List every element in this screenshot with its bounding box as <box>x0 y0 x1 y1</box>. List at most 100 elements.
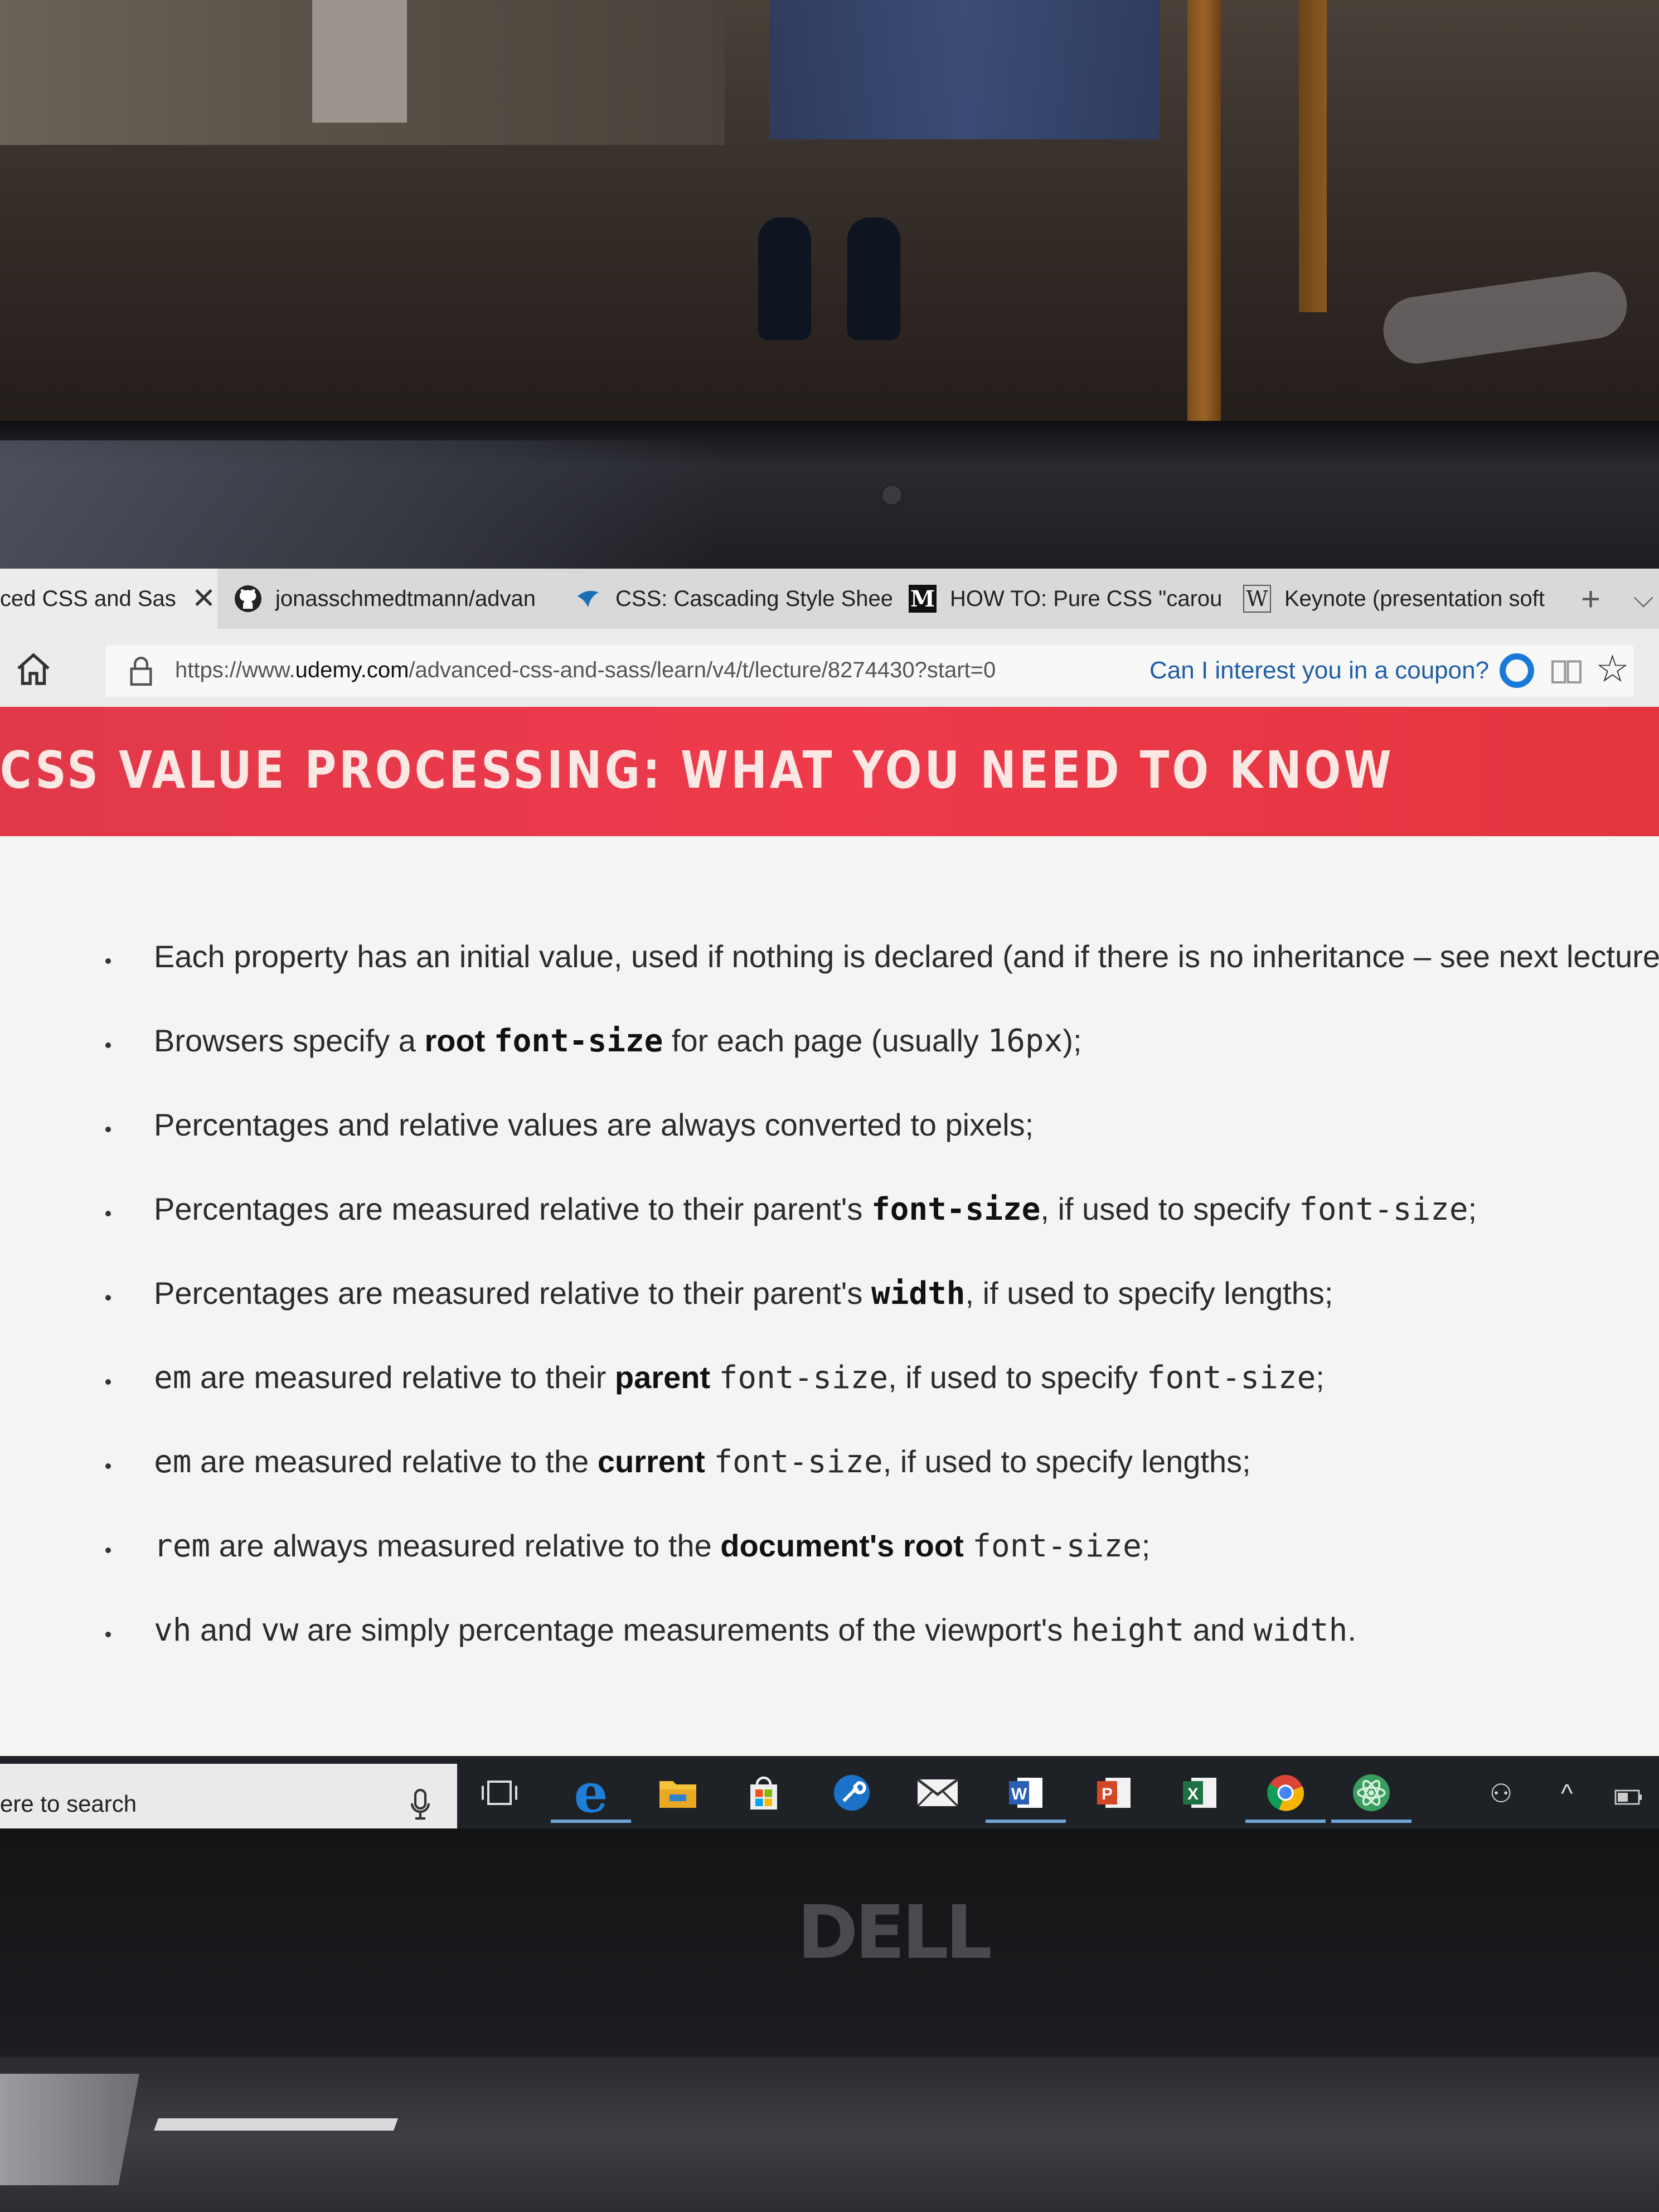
chrome-icon[interactable] <box>1245 1766 1326 1823</box>
bullet-text-run: are measured relative to the <box>191 1444 598 1479</box>
bullet-text-run <box>710 1360 719 1395</box>
room-door <box>312 0 407 123</box>
close-tab-icon[interactable]: ✕ <box>192 582 216 615</box>
favorite-star-icon[interactable]: ☆ <box>1595 650 1629 688</box>
svg-text:W: W <box>1011 1785 1027 1803</box>
bullet-dot <box>105 1211 111 1216</box>
laptop-corner <box>0 2074 139 2185</box>
bullet-text-run: Percentages are measured relative to the… <box>154 1191 871 1226</box>
tab-wikipedia[interactable]: W Keynote (presentation soft <box>1243 569 1555 629</box>
taskbar-search-box[interactable]: ere to search <box>0 1764 457 1828</box>
tab-overflow-chevron-icon[interactable]: ⌵ <box>1633 569 1653 629</box>
tab-github[interactable]: jonasschmedtmann/advan <box>234 569 557 629</box>
slide-title-banner: CSS VALUE PROCESSING: WHAT YOU NEED TO K… <box>0 707 1659 836</box>
bullet-text-run: font-size <box>493 1023 663 1059</box>
bullet-text-run: are measured relative to their <box>191 1360 615 1395</box>
settings-wrench-icon[interactable] <box>825 1766 879 1820</box>
home-icon[interactable] <box>13 650 54 690</box>
bullet-item: em are measured relative to their parent… <box>0 1359 1659 1420</box>
url-prefix: https://www. <box>175 658 295 682</box>
svg-text:P: P <box>1102 1785 1113 1803</box>
search-placeholder: ere to search <box>0 1791 137 1817</box>
bullet-text-run: vw <box>261 1612 299 1648</box>
url-text[interactable]: https://www.udemy.com/advanced-css-and-s… <box>175 658 996 683</box>
bullet-text-run: vh <box>154 1612 192 1648</box>
shoe <box>847 217 900 340</box>
chair-leg <box>1299 0 1327 312</box>
bullet-text-run: width <box>1253 1612 1348 1648</box>
chair-leg <box>1187 0 1221 421</box>
task-view-icon[interactable] <box>473 1766 526 1820</box>
wikipedia-icon: W <box>1243 585 1271 613</box>
laptop-screen: ced CSS and Sas ✕ jonasschmedtmann/advan… <box>0 569 1659 1828</box>
excel-icon[interactable]: X <box>1173 1766 1226 1820</box>
bullet-text-run: font-size <box>714 1444 883 1480</box>
bullet-text: Percentages are measured relative to the… <box>154 1275 1333 1312</box>
bullet-text-run: font-size <box>972 1528 1142 1564</box>
bullet-dot <box>105 1463 111 1469</box>
tab-title: ced CSS and Sas <box>0 586 176 611</box>
hinge-reflection <box>153 2118 399 2131</box>
shoe <box>758 217 811 340</box>
bullet-text-run: rem <box>154 1528 211 1564</box>
bullet-text: em are measured relative to their parent… <box>154 1359 1325 1396</box>
bullet-text-run: ; <box>1468 1191 1477 1226</box>
bullet-item: Percentages and relative values are alwa… <box>0 1107 1659 1168</box>
bullet-dot <box>105 1632 111 1637</box>
bezel-glare <box>0 440 725 569</box>
slide-body: Each property has an initial value, used… <box>0 836 1659 1773</box>
bullet-dot <box>105 1548 111 1553</box>
new-tab-button[interactable]: + <box>1581 569 1600 629</box>
powerpoint-icon[interactable]: P <box>1087 1766 1141 1820</box>
people-icon[interactable]: ⚇ <box>1490 1778 1512 1808</box>
bottle <box>1379 267 1632 368</box>
bullet-text-run: font-size <box>719 1360 889 1396</box>
windows-taskbar: ere to search e W P X ⚇ ^ <box>0 1756 1659 1828</box>
bullet-text-run: , if used to specify lengths; <box>965 1275 1333 1311</box>
dell-logo: DELL <box>797 1890 992 1976</box>
microphone-icon[interactable] <box>410 1788 430 1822</box>
cortana-icon[interactable] <box>1500 653 1534 688</box>
tab-medium[interactable]: M HOW TO: Pure CSS "carou <box>909 569 1226 629</box>
bullet-item: rem are always measured relative to the … <box>0 1527 1659 1589</box>
address-bar[interactable]: https://www.udemy.com/advanced-css-and-s… <box>106 646 1633 697</box>
edge-icon[interactable]: e <box>551 1762 631 1825</box>
bullet-text: Percentages are measured relative to the… <box>154 1191 1477 1228</box>
show-hidden-icons-chevron-icon[interactable]: ^ <box>1561 1778 1573 1808</box>
tab-mdn[interactable]: CSS: Cascading Style Shee <box>574 569 892 629</box>
laptop-hinge <box>0 2057 1659 2212</box>
url-path: /advanced-css-and-sass/learn/v4/t/lectur… <box>409 658 996 682</box>
bullet-text-run: are simply percentage measurements of th… <box>298 1612 1071 1647</box>
bullet-dot <box>105 958 111 964</box>
coupon-prompt-link[interactable]: Can I interest you in a coupon? <box>1149 657 1489 685</box>
reading-view-icon[interactable] <box>1550 654 1583 688</box>
tab-udemy[interactable]: ced CSS and Sas ✕ <box>0 569 217 629</box>
webcam <box>881 484 903 506</box>
bullet-text-run: parent <box>614 1360 711 1395</box>
bullet-text-run: , if used to specify <box>888 1360 1147 1395</box>
bullet-text-run: are always measured relative to the <box>210 1528 721 1563</box>
bullet-text: rem are always measured relative to the … <box>154 1527 1150 1564</box>
bullet-text-run: font-size <box>1146 1360 1316 1396</box>
bullet-text-run: height <box>1071 1612 1185 1648</box>
room-bed <box>769 0 1160 139</box>
bullet-text-run: width <box>871 1275 966 1312</box>
bullet-text-run: for each page (usually <box>663 1023 988 1058</box>
bullet-item: Percentages are measured relative to the… <box>0 1275 1659 1336</box>
lock-icon <box>128 657 154 686</box>
file-explorer-icon[interactable] <box>651 1766 705 1820</box>
bullet-item: em are measured relative to the current … <box>0 1443 1659 1505</box>
word-icon[interactable]: W <box>986 1766 1066 1823</box>
bullet-text-run: font-size <box>871 1191 1041 1228</box>
svg-text:X: X <box>1187 1785 1199 1803</box>
bullet-text-run: current <box>597 1444 705 1479</box>
battery-icon[interactable] <box>1614 1782 1643 1812</box>
atom-icon[interactable] <box>1331 1766 1411 1823</box>
bullet-text-run: Each property has an initial value, used… <box>154 939 1659 974</box>
store-icon[interactable] <box>737 1766 790 1820</box>
mail-icon[interactable] <box>911 1766 964 1820</box>
bullet-text-run: ); <box>1063 1023 1082 1058</box>
bullet-text-run: . <box>1347 1612 1356 1647</box>
bullet-text-run <box>705 1444 714 1479</box>
tab-strip: ced CSS and Sas ✕ jonasschmedtmann/advan… <box>0 569 1659 629</box>
